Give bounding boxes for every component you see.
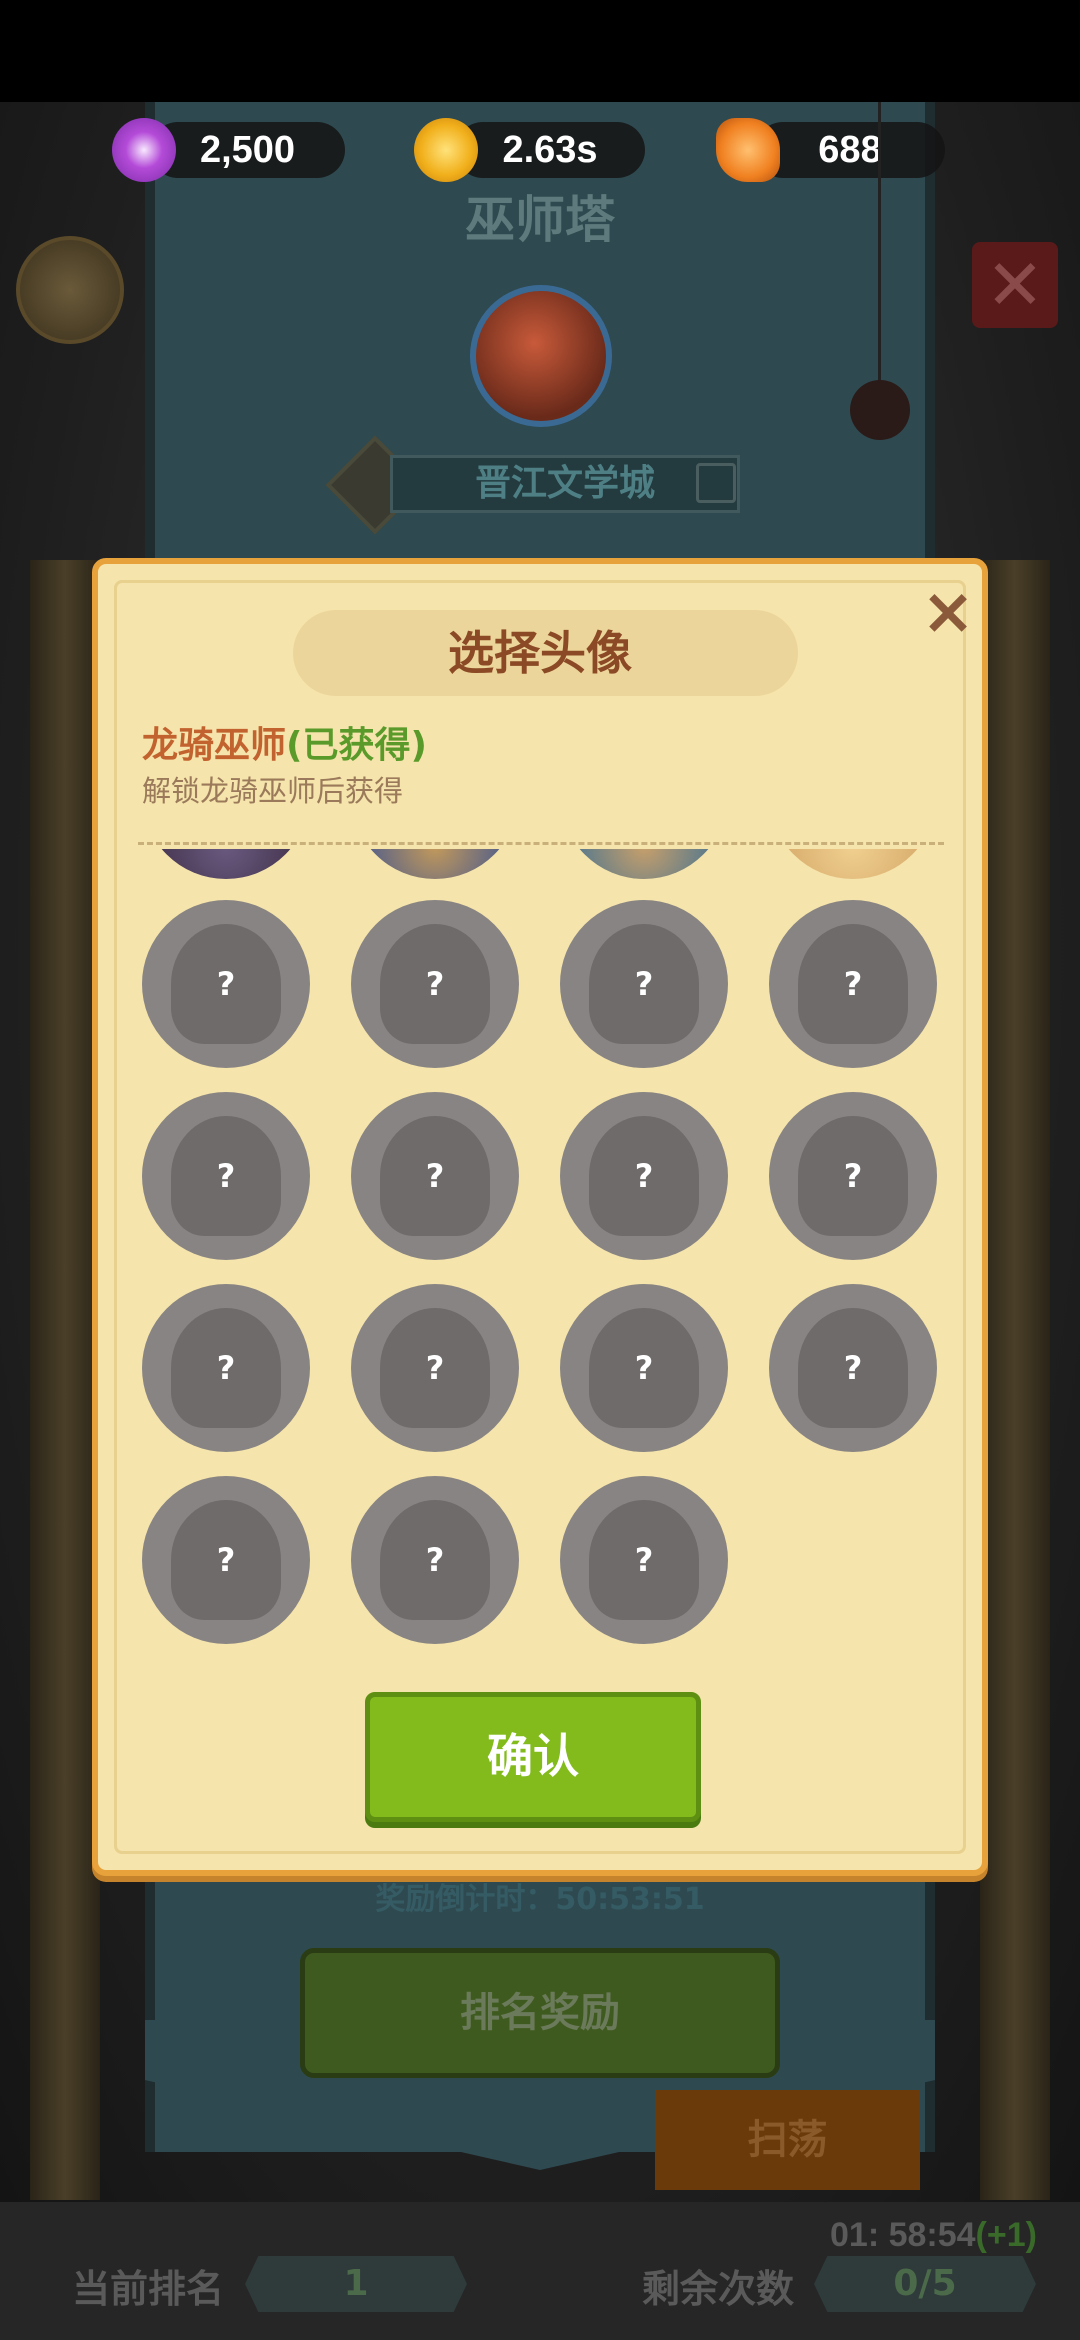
locked-question-mark: ? [216, 1349, 236, 1387]
reward-countdown-label: 奖励倒计时： [375, 1882, 556, 1917]
player-avatar[interactable] [470, 285, 612, 427]
currency-flower-value: 2,500 [199, 129, 296, 171]
currency-gem[interactable]: 688 [755, 122, 945, 178]
reward-countdown: 奖励倒计时：50:53:51 [0, 1874, 1080, 1918]
currency-flower[interactable]: 2,500 [150, 122, 345, 178]
avatar-slot-locked[interactable]: ? [351, 1284, 519, 1452]
avatar-slot-locked[interactable]: ? [769, 1092, 937, 1260]
avatar-slot-locked[interactable]: ? [351, 1092, 519, 1260]
avatar-slot-locked[interactable]: ? [769, 1284, 937, 1452]
reward-countdown-value: 50:53:51 [555, 1882, 705, 1917]
rank-reward-button[interactable]: 排名奖励 [300, 1948, 780, 2078]
left-pillar [30, 560, 100, 2200]
player-name-plate[interactable]: 晋江文学城 [390, 455, 740, 513]
avatar-slot-locked[interactable]: ? [142, 1092, 310, 1260]
locked-question-mark: ? [216, 1541, 236, 1579]
edit-name-icon[interactable] [696, 463, 736, 503]
avatar-slot-locked[interactable]: ? [560, 1092, 728, 1260]
background-close-icon[interactable]: ✕ [972, 242, 1058, 328]
locked-question-mark: ? [634, 965, 654, 1003]
dialog-title: 选择头像 [448, 626, 632, 680]
avatar-slot-locked[interactable]: ? [560, 1476, 728, 1644]
locked-question-mark: ? [634, 1349, 654, 1387]
locked-question-mark: ? [425, 965, 445, 1003]
refill-timer-value: 01: 58:54 [830, 2216, 976, 2254]
avatar-slot-locked[interactable]: ? [142, 900, 310, 1068]
locked-question-mark: ? [216, 1157, 236, 1195]
selected-avatar-desc: 解锁龙骑巫师后获得 [142, 774, 404, 808]
select-avatar-dialog: 选择头像 × 龙骑巫师(已获得) 解锁龙骑巫师后获得 ? ? ? ? ? ? ?… [92, 558, 988, 1876]
purple-flower-icon [112, 118, 176, 182]
locked-question-mark: ? [634, 1541, 654, 1579]
player-name: 晋江文学城 [474, 463, 655, 504]
refill-timer-plus: (+1) [975, 2216, 1037, 2254]
close-icon[interactable]: × [918, 580, 978, 644]
locked-question-mark: ? [634, 1157, 654, 1195]
locked-question-mark: ? [843, 1349, 863, 1387]
orange-gem-icon [716, 118, 780, 182]
trophy-icon[interactable] [16, 236, 124, 344]
avatar-slot-locked[interactable]: ? [142, 1476, 310, 1644]
tower-title: 巫师塔 [465, 191, 615, 249]
locked-question-mark: ? [843, 965, 863, 1003]
current-rank-label: 当前排名 [72, 2267, 225, 2311]
selected-avatar-title: 龙骑巫师 [142, 725, 287, 766]
avatar-slot-unlocked[interactable] [142, 849, 310, 879]
spider-thread [878, 102, 881, 382]
current-rank-value: 1 [245, 2256, 467, 2312]
avatar-slot-locked[interactable]: ? [351, 1476, 519, 1644]
remaining-attempts-value: 0/5 [814, 2256, 1036, 2312]
status-bar [0, 0, 1080, 102]
avatar-slot-unlocked[interactable] [769, 849, 937, 879]
selected-avatar-status: (已获得) [286, 725, 427, 766]
confirm-button[interactable]: 确认 [365, 1692, 701, 1822]
avatar-grid[interactable]: ? ? ? ? ? ? ? ? ? ? ? ? ? ? ? [98, 849, 982, 1669]
locked-question-mark: ? [425, 1157, 445, 1195]
locked-question-mark: ? [216, 965, 236, 1003]
locked-question-mark: ? [843, 1157, 863, 1195]
refill-timer: 01: 58:54(+1) [830, 2216, 1037, 2255]
currency-gem-value: 688 [818, 129, 882, 171]
currency-coin[interactable]: 2.63s [455, 122, 645, 178]
dashed-divider [138, 842, 944, 845]
remaining-attempts-label: 剩余次数 [642, 2267, 795, 2311]
spider-icon [850, 380, 910, 440]
avatar-slot-unlocked[interactable] [560, 849, 728, 879]
locked-question-mark: ? [425, 1349, 445, 1387]
avatar-slot-locked[interactable]: ? [769, 900, 937, 1068]
avatar-slot-locked[interactable]: ? [351, 900, 519, 1068]
avatar-slot-locked[interactable]: ? [142, 1284, 310, 1452]
right-pillar [980, 560, 1050, 2200]
avatar-slot-unlocked[interactable] [351, 849, 519, 879]
sweep-button[interactable]: 扫荡 [655, 2090, 920, 2190]
locked-question-mark: ? [425, 1541, 445, 1579]
selected-avatar-name: 龙骑巫师(已获得) [142, 716, 427, 768]
currency-coin-value: 2.63s [502, 129, 598, 171]
avatar-slot-locked[interactable]: ? [560, 1284, 728, 1452]
gold-coin-icon [414, 118, 478, 182]
avatar-slot-locked[interactable]: ? [560, 900, 728, 1068]
